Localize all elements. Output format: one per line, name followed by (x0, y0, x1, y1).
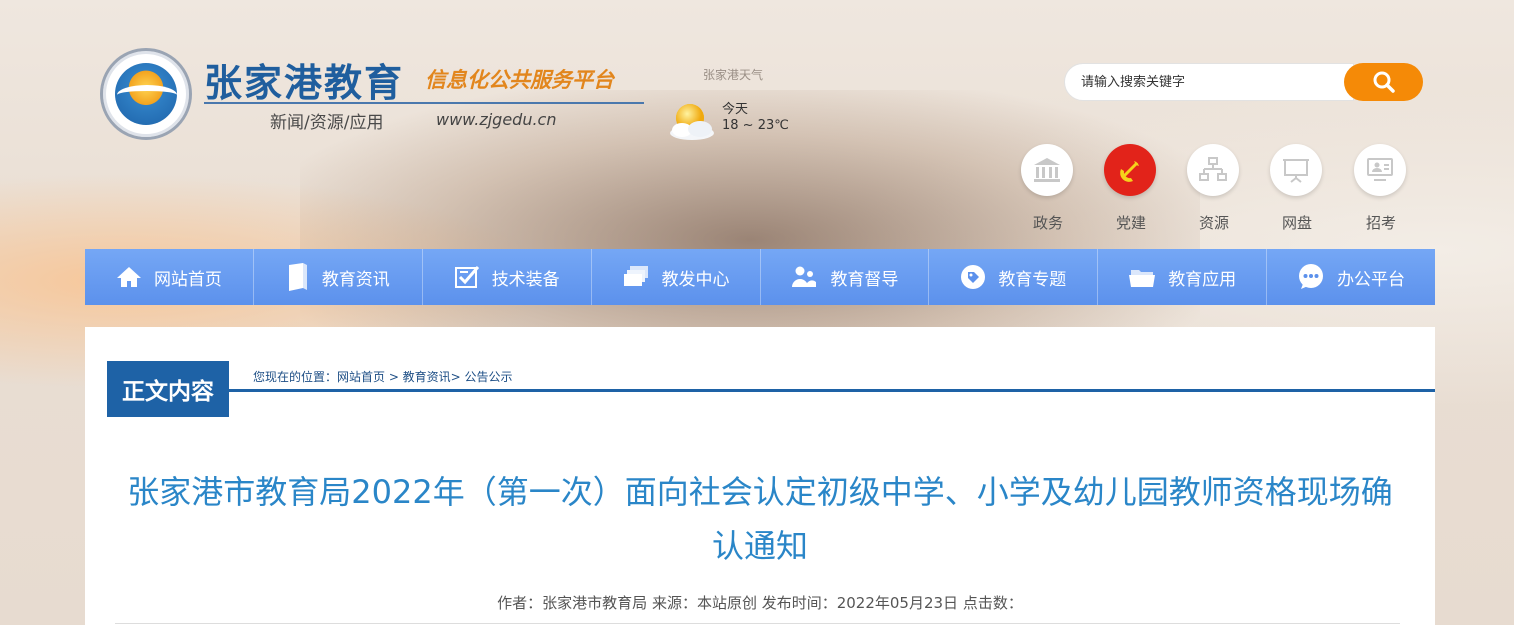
sitemap-icon (1199, 157, 1227, 181)
search-icon (1373, 71, 1395, 93)
search-input[interactable] (1064, 63, 1354, 101)
logo-divider (204, 102, 644, 104)
checklist-icon (454, 266, 479, 288)
weather-city: 张家港天气 (703, 68, 764, 82)
users-icon (792, 266, 817, 287)
weather-today: 今天 (722, 102, 749, 117)
main-nav: 网站首页 教育资讯 技术装备 教发中心 教育督导 教育专题 教育应用 办公平台 (85, 249, 1435, 305)
nav-item-home[interactable]: 网站首页 (85, 249, 254, 305)
quick-link-netdisk[interactable]: 网盘 (1270, 144, 1324, 233)
nav-item-label: 网站首页 (153, 269, 222, 290)
section-label: 正文内容 (107, 361, 229, 417)
nav-item-label: 教育专题 (998, 269, 1067, 290)
logo-url: www.zjgedu.cn (436, 110, 557, 129)
nav-item-applications[interactable]: 教育应用 (1098, 249, 1268, 305)
logo-seal-icon (100, 48, 192, 140)
quick-link-exam[interactable]: 招考 (1354, 144, 1408, 233)
nav-item-supervision[interactable]: 教育督导 (761, 249, 930, 305)
quick-link-label: 招考 (1365, 214, 1396, 232)
logo-tagline: 新闻/资源/应用 (270, 113, 384, 133)
nav-item-office[interactable]: 办公平台 (1267, 249, 1435, 305)
quick-link-party[interactable]: 党建 (1104, 144, 1158, 233)
chat-icon (1299, 264, 1324, 289)
stack-icon (623, 266, 648, 286)
government-icon (1034, 158, 1060, 182)
article-panel: 正文内容 您现在的位置：网站首页 > 教育资讯> 公告公示 张家港市教育局202… (85, 327, 1435, 625)
article-meta: 作者：张家港市教育局 来源：本站原创 发布时间：2022年05月23日 点击数： (497, 594, 1023, 612)
nav-item-label: 教育督导 (830, 269, 899, 290)
article-title: 张家港市教育局2022年（第一次）面向社会认定初级中学、小学及幼儿园教师资格现场… (127, 473, 1393, 565)
nav-item-label: 教育资讯 (321, 269, 390, 290)
nav-item-label: 教育应用 (1168, 269, 1237, 290)
home-icon (116, 267, 141, 287)
nav-item-equipment[interactable]: 技术装备 (423, 249, 592, 305)
nav-item-development[interactable]: 教发中心 (592, 249, 761, 305)
party-emblem-icon (1120, 161, 1139, 182)
nav-item-news[interactable]: 教育资讯 (254, 249, 423, 305)
book-icon (288, 263, 307, 291)
folder-icon (1129, 270, 1156, 287)
site-logo[interactable]: 张家港教育 信息化公共服务平台 新闻/资源/应用 www.zjgedu.cn (100, 48, 660, 158)
logo-title: 张家港教育 (204, 60, 405, 105)
quick-link-label: 党建 (1115, 214, 1146, 232)
presentation-icon (1283, 159, 1309, 183)
nav-item-label: 教发中心 (661, 269, 730, 290)
quick-link-resources[interactable]: 资源 (1187, 144, 1241, 233)
search-bar (1064, 63, 1423, 103)
logo-subtitle: 信息化公共服务平台 (425, 68, 614, 92)
tag-icon (961, 265, 986, 289)
quick-link-government[interactable]: 政务 (1021, 144, 1075, 233)
monitor-user-icon (1367, 158, 1393, 181)
meta-divider (115, 623, 1400, 624)
sun-cloud-icon (670, 104, 714, 140)
search-button[interactable] (1344, 63, 1423, 101)
nav-item-label: 技术装备 (491, 269, 560, 290)
section-divider (107, 389, 1435, 392)
nav-item-topics[interactable]: 教育专题 (929, 249, 1099, 305)
breadcrumb[interactable]: 您现在的位置：网站首页 > 教育资讯> 公告公示 (253, 368, 513, 385)
quick-link-label: 政务 (1032, 214, 1063, 232)
quick-link-label: 网盘 (1281, 214, 1312, 232)
quick-link-label: 资源 (1198, 214, 1229, 232)
weather-temperature: 18 ~ 23℃ (722, 118, 789, 133)
nav-item-label: 办公平台 (1337, 269, 1406, 290)
